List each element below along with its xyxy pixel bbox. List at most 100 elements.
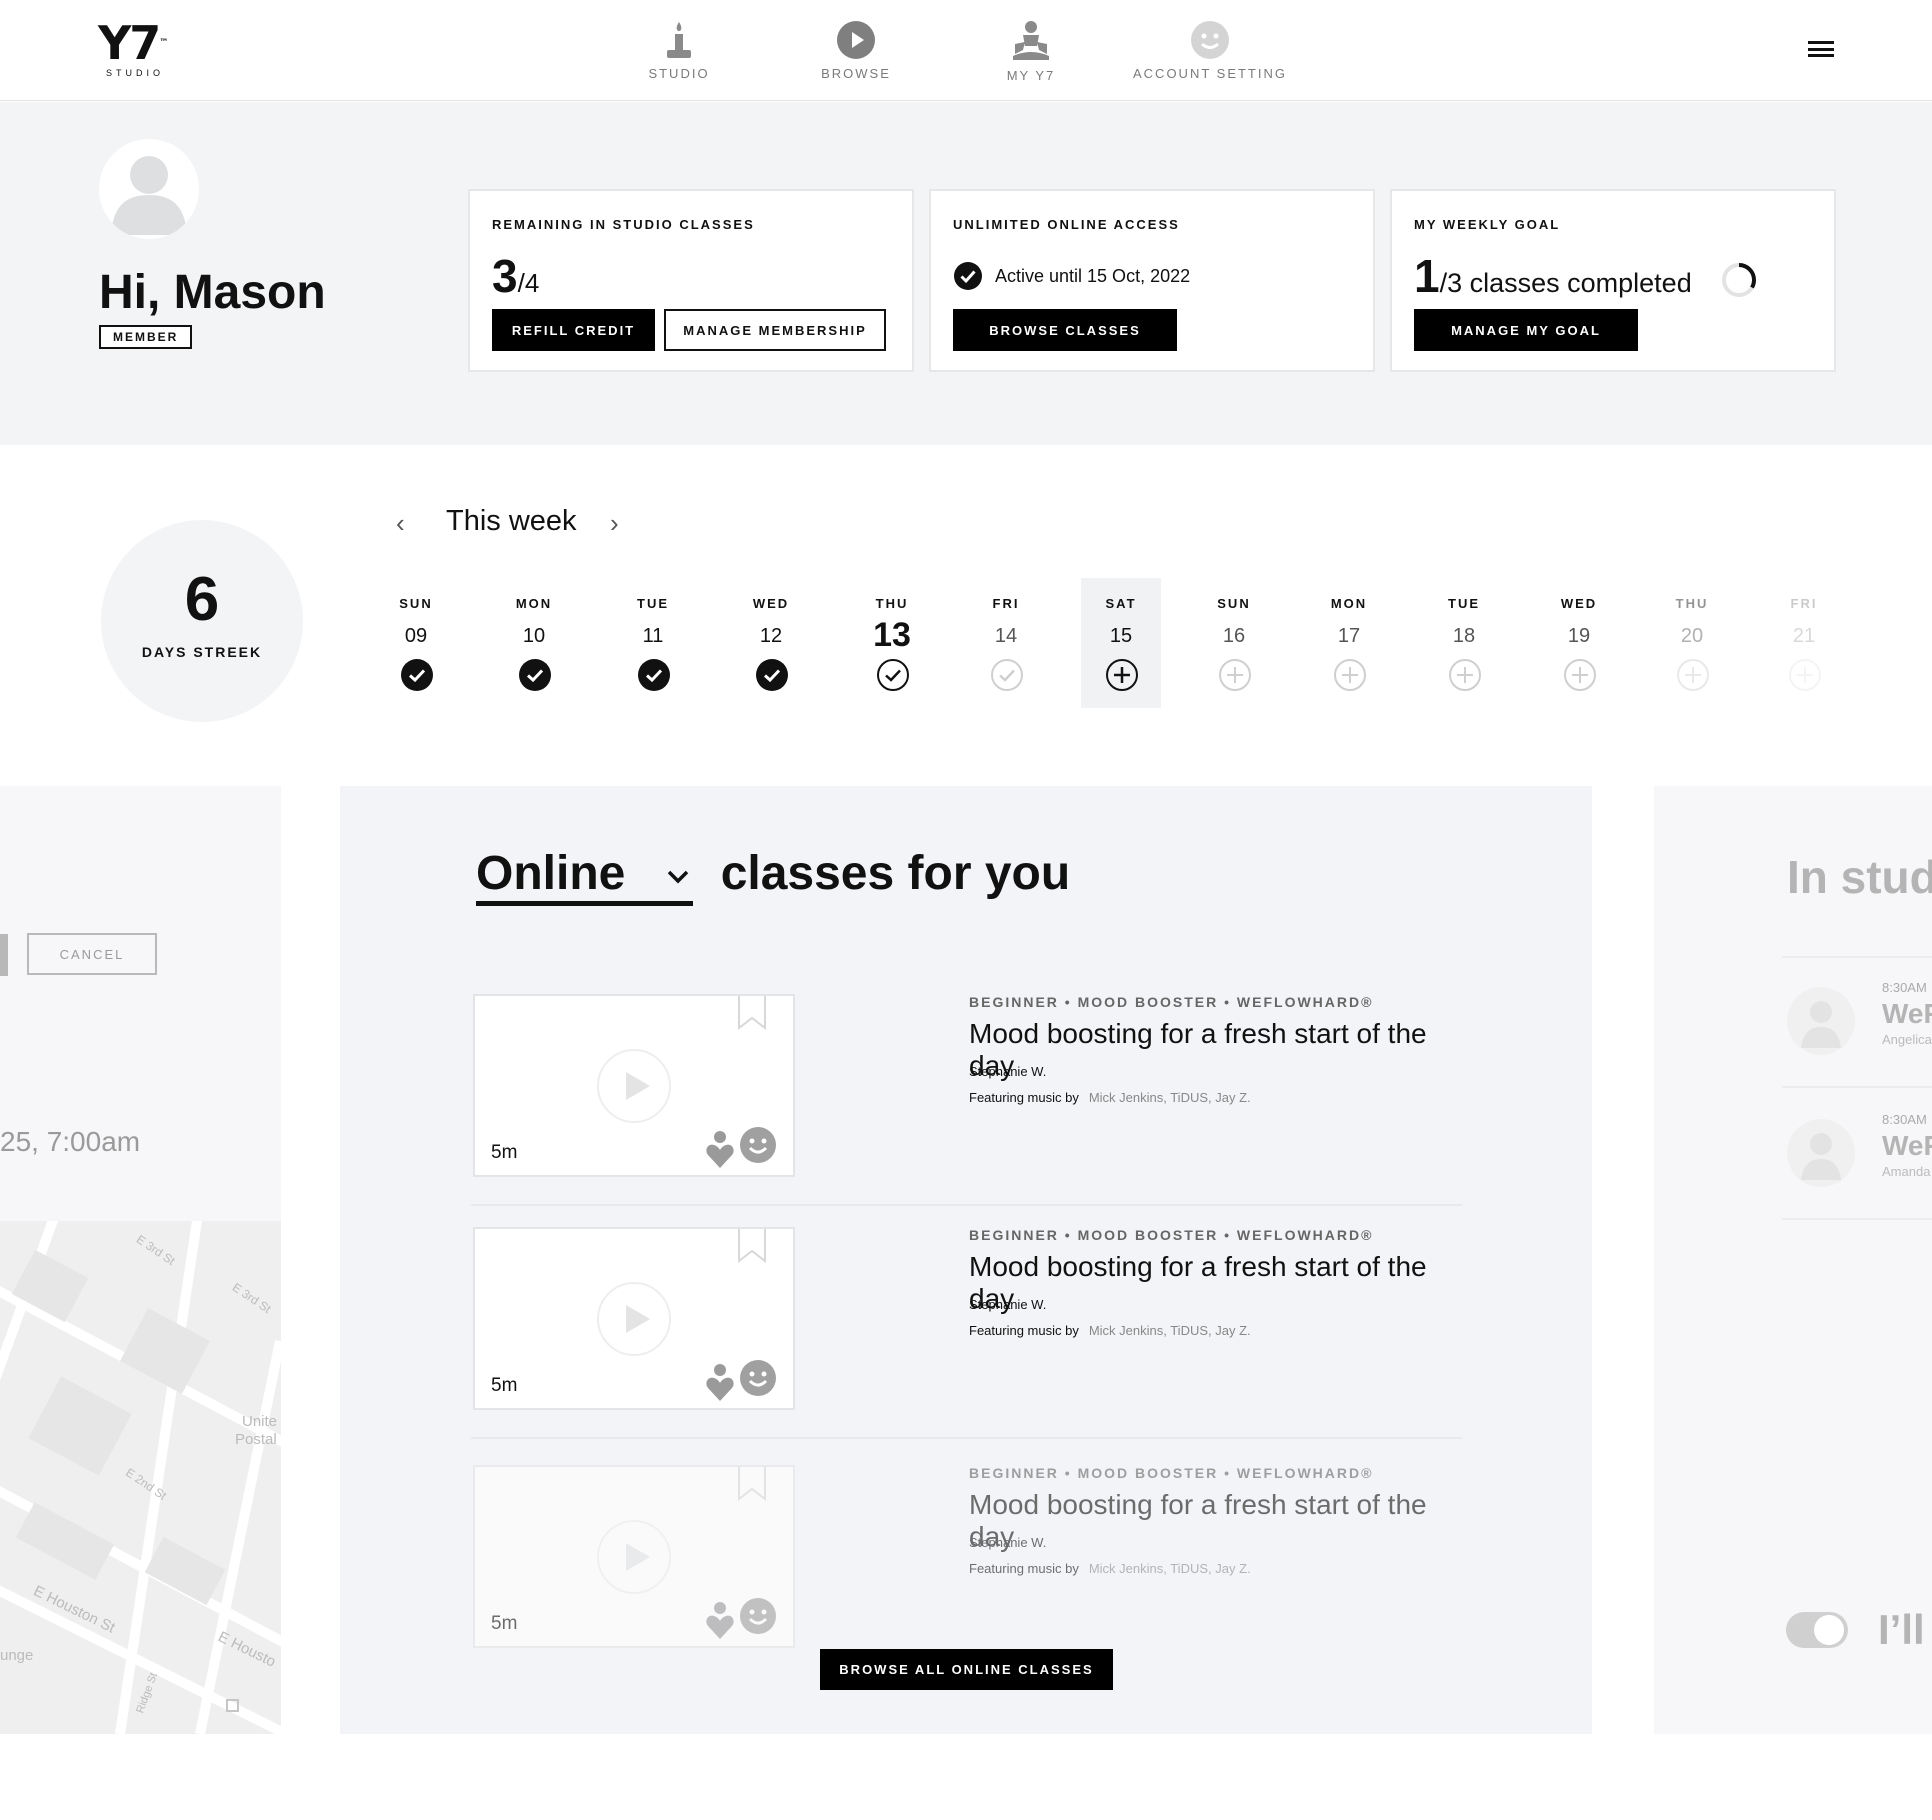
confirm-button-edge[interactable] [0, 934, 8, 976]
day-thu-13[interactable]: THU 13 [852, 578, 932, 708]
day-fri-21[interactable]: FRI 21 [1764, 578, 1844, 708]
plus-circle-icon[interactable] [1788, 658, 1822, 692]
nav-label: STUDIO [648, 66, 710, 81]
studio-class-item[interactable]: 8:30AM WeF Amanda [1782, 1108, 1932, 1208]
plus-circle-icon[interactable] [1333, 658, 1367, 692]
manage-membership-button[interactable]: MANAGE MEMBERSHIP [664, 309, 886, 351]
card-title: MY WEEKLY GOAL [1414, 217, 1561, 232]
day-number: 19 [1567, 625, 1591, 647]
browse-all-online-classes-button[interactable]: BROWSE ALL ONLINE CLASSES [820, 1649, 1113, 1690]
day-wed-19[interactable]: WED 19 [1539, 578, 1619, 708]
play-circle-icon [837, 21, 875, 59]
nav-account-setting[interactable]: ACCOUNT SETTING [1130, 20, 1290, 81]
in-studio-title: In stud [1787, 851, 1932, 903]
streak-label: DAYS STREEK [141, 644, 263, 660]
day-wed-12[interactable]: WED 12 [731, 578, 811, 708]
streak-count: 6 [184, 565, 220, 634]
class-time: 8:30AM [1882, 1112, 1927, 1127]
heart-person-icon [706, 1131, 734, 1168]
day-number: 16 [1222, 625, 1246, 647]
map-label: unge [0, 1647, 34, 1664]
greeting: Hi, Mason [99, 266, 326, 319]
hamburger-menu-icon[interactable] [1808, 41, 1834, 57]
smiley-icon [1191, 21, 1229, 59]
week-title: This week [446, 505, 577, 537]
map-label: Postal [235, 1431, 277, 1448]
studio-classes-card: REMAINING IN STUDIO CLASSES 3/4 REFILL C… [468, 189, 914, 372]
refill-credit-button[interactable]: REFILL CREDIT [492, 309, 655, 351]
day-mon-17[interactable]: MON 17 [1309, 578, 1389, 708]
class-card[interactable]: 5m BEGINNER • MOOD BOOSTER • WEFLOWHARD® M… [471, 1465, 1462, 1673]
card-title: REMAINING IN STUDIO CLASSES [492, 217, 755, 232]
day-sun-16[interactable]: SUN 16 [1194, 578, 1274, 708]
bookmark-icon[interactable] [737, 1229, 767, 1263]
class-card[interactable]: 5m BEGINNER • MOOD BOOSTER • WEFLOWHARD® M… [471, 1227, 1462, 1435]
day-fri-14[interactable]: FRI 14 [966, 578, 1046, 708]
class-thumbnail[interactable]: 5m [473, 994, 795, 1177]
next-week-chevron-icon[interactable]: › [610, 508, 619, 539]
cancel-button[interactable]: CANCEL [27, 933, 157, 975]
logo-subtitle: STUDIO [106, 68, 165, 78]
day-sun-09[interactable]: SUN 09 [376, 578, 456, 708]
day-name: MON [1330, 596, 1368, 611]
smiley-icon [740, 1360, 776, 1396]
play-icon[interactable] [596, 1048, 672, 1124]
map-view[interactable]: E 3rd St E 3rd St Unite Postal E 2nd St … [0, 1221, 281, 1734]
instructor-name: Stephanie W. [969, 1297, 1047, 1312]
plus-circle-icon[interactable] [1448, 658, 1482, 692]
bookmark-icon[interactable] [737, 996, 767, 1030]
reminder-toggle[interactable] [1786, 1612, 1848, 1648]
plus-circle-icon[interactable] [1676, 658, 1710, 692]
day-sat-15[interactable]: SAT 15 [1081, 578, 1161, 708]
instructor-avatar-icon [1787, 1119, 1855, 1187]
class-card[interactable]: 5m BEGINNER • MOOD BOOSTER • WEFLOWHARD® M… [471, 994, 1462, 1202]
top-header: Y7™ STUDIO STUDIO BROWSE MY Y7 ACCOUNT S… [0, 0, 1932, 101]
play-icon[interactable] [596, 1519, 672, 1595]
day-name: THU [875, 596, 909, 611]
manage-my-goal-button[interactable]: MANAGE MY GOAL [1414, 309, 1638, 351]
avatar[interactable] [99, 139, 199, 239]
divider [471, 1437, 1462, 1439]
class-tags: BEGINNER • MOOD BOOSTER • WEFLOWHARD® [969, 1465, 1374, 1481]
plus-circle-icon[interactable] [1105, 658, 1139, 692]
divider [1782, 1218, 1932, 1220]
class-thumbnail[interactable]: 5m [473, 1227, 795, 1410]
check-outline-icon[interactable] [990, 658, 1024, 692]
plus-circle-icon[interactable] [1563, 658, 1597, 692]
day-name: THU [1675, 596, 1709, 611]
instructor-name: Stephanie W. [969, 1535, 1047, 1550]
day-name: WED [752, 596, 790, 611]
nav-browse[interactable]: BROWSE [816, 20, 896, 81]
card-title: UNLIMITED ONLINE ACCESS [953, 217, 1180, 232]
instructor-name: Stephanie W. [969, 1064, 1047, 1079]
browse-classes-button[interactable]: BROWSE CLASSES [953, 309, 1177, 351]
nav-studio[interactable]: STUDIO [644, 20, 714, 81]
day-tue-18[interactable]: TUE 18 [1424, 578, 1504, 708]
day-number: 13 [873, 616, 911, 654]
goal-progress-ring-icon [1722, 263, 1756, 297]
check-filled-icon[interactable] [400, 658, 434, 692]
y7-logo[interactable]: Y7™ [98, 20, 168, 66]
check-filled-icon[interactable] [518, 658, 552, 692]
check-outline-icon[interactable] [876, 658, 910, 692]
nav-my-y7[interactable]: MY Y7 [1000, 20, 1062, 83]
day-name: MON [515, 596, 553, 611]
plus-circle-icon[interactable] [1218, 658, 1252, 692]
bookmark-icon[interactable] [737, 1467, 767, 1501]
day-thu-20[interactable]: THU 20 [1652, 578, 1732, 708]
check-filled-icon[interactable] [637, 658, 671, 692]
studio-credit-count: 3/4 [492, 250, 540, 302]
user-avatar-icon [111, 156, 187, 235]
check-circle-icon [954, 262, 982, 290]
play-icon[interactable] [596, 1281, 672, 1357]
day-mon-10[interactable]: MON 10 [494, 578, 574, 708]
meditation-icon [1013, 21, 1049, 60]
studio-class-item[interactable]: 8:30AM WeF Angelica [1782, 976, 1932, 1076]
prev-week-chevron-icon[interactable]: ‹ [396, 508, 405, 539]
class-type-dropdown[interactable]: Online [476, 847, 694, 906]
day-tue-11[interactable]: TUE 11 [613, 578, 693, 708]
candle-icon [667, 22, 691, 58]
check-filled-icon[interactable] [755, 658, 789, 692]
class-thumbnail[interactable]: 5m [473, 1465, 795, 1648]
day-number: 14 [994, 625, 1018, 647]
